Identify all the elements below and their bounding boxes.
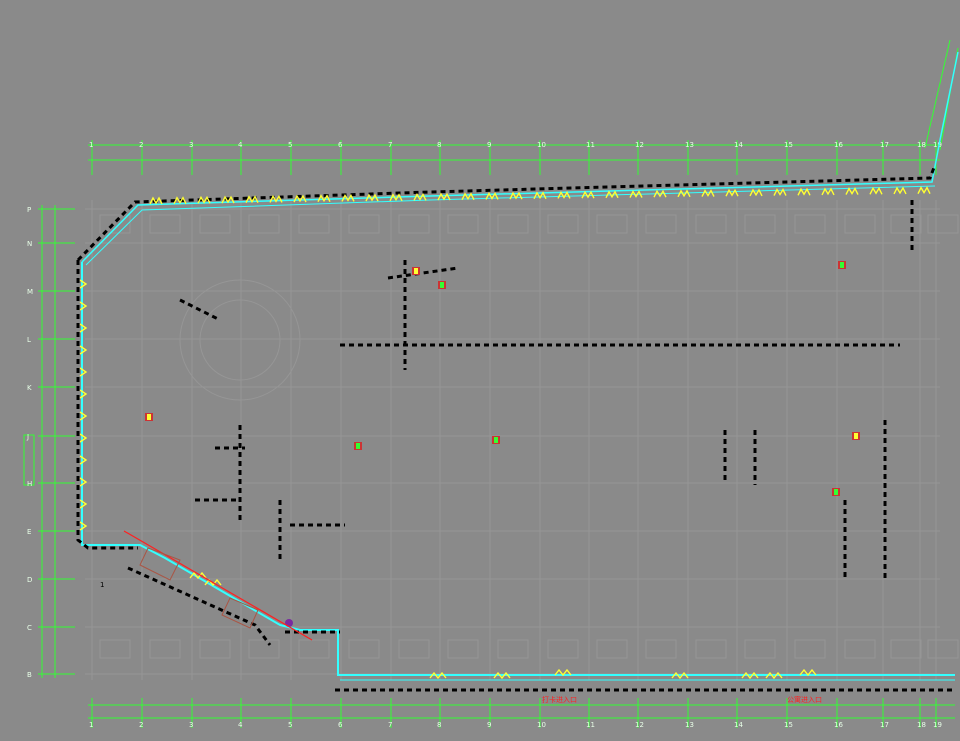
axis-label-top: 7 <box>388 141 392 149</box>
axis-label-left: K <box>27 384 32 392</box>
axis-label-top: 14 <box>734 141 743 149</box>
axis-label-bottom: 18 <box>917 721 926 729</box>
axis-label-bottom: 9 <box>487 721 491 729</box>
axis-label-top: 3 <box>189 141 193 149</box>
axis-label-left: P <box>27 206 31 214</box>
axis-label-top: 15 <box>784 141 793 149</box>
axis-label-top: 11 <box>586 141 595 149</box>
axis-label-top: 1 <box>89 141 93 149</box>
axis-label-left: N <box>27 240 32 248</box>
axis-label-top: 13 <box>685 141 694 149</box>
entrance-label-2: 公寓进入口 <box>787 695 822 704</box>
axis-label-left: H <box>27 480 32 488</box>
axis-label-top: 5 <box>288 141 292 149</box>
axis-label-top: 19 <box>933 141 942 149</box>
entrance-label-1: 打卡进入口 <box>542 695 577 704</box>
axis-label-bottom: 19 <box>933 721 942 729</box>
axis-label-top: 2 <box>139 141 143 149</box>
axis-label-top: 6 <box>338 141 343 149</box>
axis-label-bottom: 12 <box>635 721 644 729</box>
axis-label-bottom: 15 <box>784 721 793 729</box>
axis-label-top: 16 <box>834 141 843 149</box>
axis-label-left: E <box>27 528 31 536</box>
axis-label-bottom: 4 <box>238 721 243 729</box>
axis-label-bottom: 1 <box>89 721 93 729</box>
axis-label-top: 10 <box>537 141 546 149</box>
axis-label-bottom: 5 <box>288 721 292 729</box>
axis-label-bottom: 14 <box>734 721 743 729</box>
drawing-background <box>0 0 960 741</box>
axis-label-top: 4 <box>238 141 243 149</box>
axis-label-bottom: 11 <box>586 721 595 729</box>
axis-label-bottom: 7 <box>388 721 392 729</box>
axis-label-bottom: 13 <box>685 721 694 729</box>
axis-label-left: D <box>27 576 32 584</box>
axis-label-left: L <box>27 336 31 344</box>
axis-label-bottom: 6 <box>338 721 343 729</box>
axis-label-left: B <box>27 671 32 679</box>
axis-label-top: 9 <box>487 141 491 149</box>
axis-label-top: 17 <box>880 141 889 149</box>
axis-label-left: J <box>26 433 29 441</box>
axis-label-bottom: 2 <box>139 721 143 729</box>
room-marker: 1 <box>100 581 104 589</box>
axis-label-top: 18 <box>917 141 926 149</box>
axis-label-top: 8 <box>437 141 441 149</box>
axis-label-bottom: 3 <box>189 721 193 729</box>
axis-label-bottom: 16 <box>834 721 843 729</box>
axis-label-top: 12 <box>635 141 644 149</box>
axis-label-bottom: 17 <box>880 721 889 729</box>
axis-label-bottom: 8 <box>437 721 441 729</box>
axis-label-bottom: 10 <box>537 721 546 729</box>
axis-label-left: M <box>27 288 33 296</box>
axis-label-left: C <box>27 624 32 632</box>
floor-plan-drawing: 1122334455667788991010111112121313141415… <box>0 0 960 741</box>
